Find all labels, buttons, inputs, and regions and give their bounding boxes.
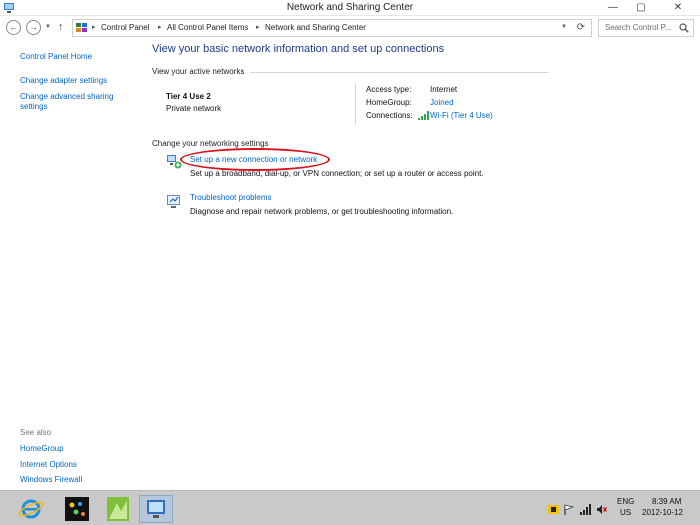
address-toolbar: ← → ▼ ↑ ▸ Control Panel ▸ All Control Pa… <box>0 17 700 39</box>
action-center-flag-icon[interactable] <box>548 504 559 515</box>
taskbar: ENG US 8:39 AM 2012-10-12 <box>0 490 700 525</box>
forward-button[interactable]: → <box>26 20 41 35</box>
flag-notification-icon[interactable] <box>563 504 574 515</box>
access-type-value: Internet <box>430 85 458 94</box>
see-also-label: See also <box>20 428 52 437</box>
wifi-connection-link[interactable]: Wi-Fi (Tier 4 Use) <box>430 111 493 120</box>
breadcrumb-separator[interactable]: ▸ <box>92 23 96 31</box>
internet-explorer-icon <box>18 499 44 519</box>
clock-time[interactable]: 8:39 AM <box>652 497 681 506</box>
homegroup-joined-link[interactable]: Joined <box>430 98 454 107</box>
refresh-icon[interactable]: ⟳ <box>577 22 585 33</box>
wifi-tray-icon[interactable] <box>580 504 591 515</box>
control-app-taskbar-button[interactable] <box>60 495 94 523</box>
breadcrumb-all-items[interactable]: All Control Panel Items <box>167 23 248 32</box>
control-panel-home-link[interactable]: Control Panel Home <box>20 52 92 62</box>
see-also-windows-firewall-link[interactable]: Windows Firewall <box>20 475 82 485</box>
see-also-homegroup-link[interactable]: HomeGroup <box>20 444 64 454</box>
network-name: Tier 4 Use 2 <box>166 92 211 101</box>
clock-date[interactable]: 2012-10-12 <box>642 508 683 517</box>
change-advanced-sharing-link[interactable]: Change advanced sharing settings <box>20 92 130 112</box>
see-also-internet-options-link[interactable]: Internet Options <box>20 460 77 470</box>
connections-label: Connections: <box>366 111 413 120</box>
access-type-label: Access type: <box>366 85 412 94</box>
control-panel-icon <box>76 23 87 32</box>
recent-pages-chevron-icon[interactable]: ▼ <box>45 24 51 30</box>
breadcrumb-network-sharing[interactable]: Network and Sharing Center <box>265 23 366 32</box>
green-app-taskbar-button[interactable] <box>101 495 135 523</box>
green-app-icon <box>107 497 129 521</box>
region-indicator[interactable]: US <box>620 508 631 517</box>
address-field[interactable]: ▸ Control Panel ▸ All Control Panel Item… <box>72 19 592 37</box>
window-title: Network and Sharing Center <box>286 2 414 13</box>
troubleshoot-problems-description: Diagnose and repair network problems, or… <box>190 207 454 216</box>
change-adapter-settings-link[interactable]: Change adapter settings <box>20 76 107 86</box>
network-center-taskbar-button[interactable] <box>139 495 173 523</box>
page-title: View your basic network information and … <box>152 43 445 55</box>
new-connection-icon <box>167 155 182 169</box>
active-networks-label: View your active networks <box>152 67 245 76</box>
search-icon[interactable] <box>679 23 689 33</box>
up-arrow-icon[interactable]: ↑ <box>58 21 64 33</box>
maximize-button[interactable]: ▢ <box>628 0 654 16</box>
back-button[interactable]: ← <box>6 20 21 35</box>
homegroup-label: HomeGroup: <box>366 98 412 107</box>
network-info-divider <box>355 83 356 125</box>
breadcrumb-separator[interactable]: ▸ <box>256 23 260 31</box>
network-center-taskbar-icon <box>147 500 165 518</box>
address-dropdown-chevron-icon[interactable]: ▼ <box>561 24 567 30</box>
internet-explorer-taskbar-button[interactable] <box>14 495 48 523</box>
search-placeholder: Search Control P... <box>605 23 672 32</box>
troubleshoot-problems-link[interactable]: Troubleshoot problems <box>190 193 272 202</box>
dark-app-icon <box>65 497 89 521</box>
network-type-link[interactable]: Private network <box>166 104 221 113</box>
close-button[interactable]: ✕ <box>656 0 700 16</box>
breadcrumb-separator[interactable]: ▸ <box>158 23 162 31</box>
troubleshoot-icon <box>167 195 180 208</box>
search-input[interactable]: Search Control P... <box>598 19 694 37</box>
minimize-button[interactable]: — <box>600 0 626 16</box>
volume-muted-icon[interactable] <box>596 504 607 515</box>
section-divider <box>250 72 549 73</box>
breadcrumb-control-panel[interactable]: Control Panel <box>101 23 149 32</box>
title-bar: Network and Sharing Center — ▢ ✕ <box>0 0 700 16</box>
change-settings-label: Change your networking settings <box>152 139 269 148</box>
wifi-signal-icon <box>418 111 429 120</box>
red-annotation-circle <box>180 148 330 171</box>
language-indicator[interactable]: ENG <box>617 497 634 506</box>
